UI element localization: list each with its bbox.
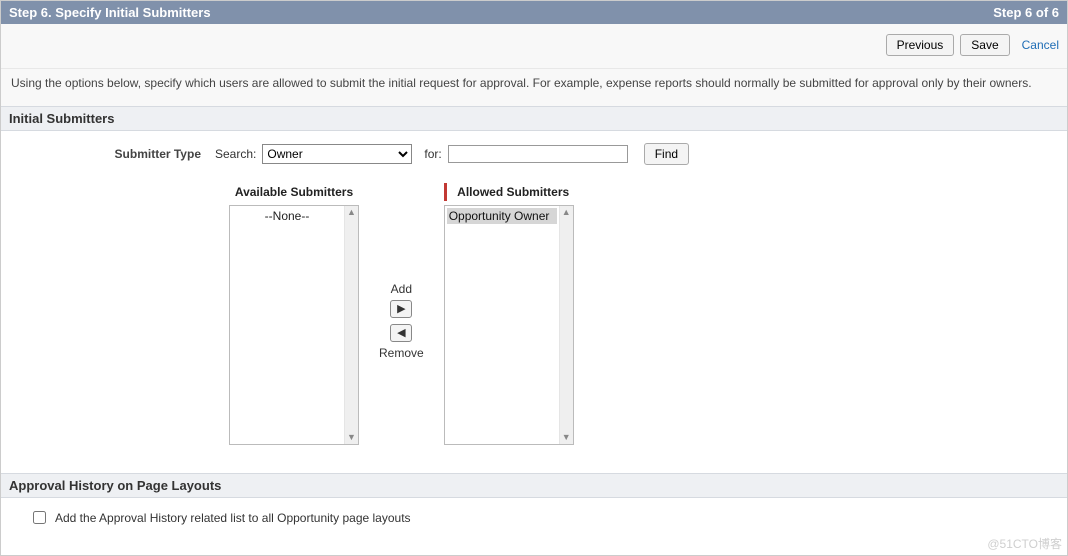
scroll-up-icon[interactable]: ▲ <box>562 208 571 217</box>
save-button[interactable]: Save <box>960 34 1009 56</box>
search-row: Submitter Type Search: Owner for: Find <box>9 143 1059 165</box>
for-input[interactable] <box>448 145 628 163</box>
list-item[interactable]: --None-- <box>232 208 342 224</box>
toolbar: Previous Save Cancel <box>1 24 1067 69</box>
step-progress: Step 6 of 6 <box>993 5 1059 20</box>
dual-listbox: Available Submitters --None-- ▲ ▼ Add ▶ <box>9 183 1059 445</box>
previous-button[interactable]: Previous <box>886 34 955 56</box>
remove-button[interactable]: ◀ <box>390 324 412 342</box>
scroll-up-icon[interactable]: ▲ <box>347 208 356 217</box>
wizard-step-bar: Step 6. Specify Initial Submitters Step … <box>1 1 1067 24</box>
chevron-right-icon: ▶ <box>397 304 405 315</box>
chevron-left-icon: ◀ <box>397 328 405 339</box>
step-title: Step 6. Specify Initial Submitters <box>9 5 211 20</box>
scroll-down-icon[interactable]: ▼ <box>562 433 571 442</box>
allowed-list[interactable]: Opportunity Owner ▲ ▼ <box>444 205 574 445</box>
allowed-header: Allowed Submitters <box>444 183 574 201</box>
available-header: Available Submitters <box>229 183 359 201</box>
add-button[interactable]: ▶ <box>390 300 412 318</box>
scrollbar[interactable]: ▲ ▼ <box>344 206 358 444</box>
add-history-checkbox[interactable] <box>33 511 46 524</box>
cancel-link[interactable]: Cancel <box>1022 38 1059 52</box>
find-button[interactable]: Find <box>644 143 689 165</box>
for-label: for: <box>424 147 441 161</box>
scroll-down-icon[interactable]: ▼ <box>347 433 356 442</box>
submitter-type-label: Submitter Type <box>9 147 209 161</box>
scrollbar[interactable]: ▲ ▼ <box>559 206 573 444</box>
submitter-type-select[interactable]: Owner <box>262 144 412 164</box>
section-approval-history: Approval History on Page Layouts <box>1 473 1067 498</box>
transfer-controls: Add ▶ ◀ Remove <box>379 201 424 441</box>
add-history-label: Add the Approval History related list to… <box>55 511 411 525</box>
available-list[interactable]: --None-- ▲ ▼ <box>229 205 359 445</box>
search-label: Search: <box>215 147 256 161</box>
add-label: Add <box>391 282 412 296</box>
intro-text: Using the options below, specify which u… <box>1 69 1067 106</box>
list-item[interactable]: Opportunity Owner <box>447 208 557 224</box>
section-initial-submitters: Initial Submitters <box>1 106 1067 131</box>
remove-label: Remove <box>379 346 424 360</box>
